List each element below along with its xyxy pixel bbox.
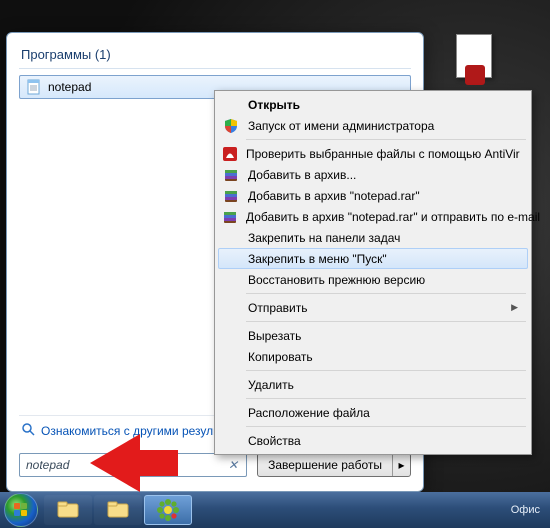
desktop-pdf-icon[interactable] — [456, 34, 492, 78]
context-menu-item-label: Проверить выбранные файлы с помощью Anti… — [246, 147, 520, 161]
context-menu-item-9[interactable]: Восстановить прежнюю версию — [218, 269, 528, 290]
antivir-icon — [222, 146, 238, 162]
start-bottom-row: ✕ Завершение работы ▸ — [19, 453, 411, 477]
shutdown-button[interactable]: Завершение работы ▸ — [257, 453, 411, 477]
context-menu-item-label: Открыть — [248, 98, 518, 112]
taskbar-explorer[interactable] — [44, 495, 92, 525]
context-menu-separator — [246, 426, 526, 427]
search-result-label: notepad — [48, 80, 91, 94]
blank-icon — [222, 405, 240, 421]
blank-icon — [222, 433, 240, 449]
context-menu-item-label: Восстановить прежнюю версию — [248, 273, 518, 287]
context-menu-item-label: Копировать — [248, 350, 518, 364]
context-menu-separator — [246, 370, 526, 371]
search-input[interactable] — [26, 458, 226, 472]
context-menu-item-label: Отправить — [248, 301, 503, 315]
context-menu-item-3[interactable]: Проверить выбранные файлы с помощью Anti… — [218, 143, 528, 164]
context-menu-item-label: Добавить в архив "notepad.rar" и отправи… — [246, 210, 540, 224]
context-menu-item-14[interactable]: Копировать — [218, 346, 528, 367]
context-menu-item-7[interactable]: Закрепить на панели задач — [218, 227, 528, 248]
context-menu-item-label: Вырезать — [248, 329, 518, 343]
context-menu-item-label: Расположение файла — [248, 406, 518, 420]
submenu-arrow-icon: ▶ — [511, 302, 518, 313]
context-menu-separator — [246, 139, 526, 140]
context-menu-item-0[interactable]: Открыть — [218, 94, 528, 115]
shield-icon — [222, 118, 240, 134]
context-menu-item-label: Закрепить в меню "Пуск" — [248, 252, 518, 266]
blank-icon — [222, 377, 240, 393]
context-menu-item-5[interactable]: Добавить в архив "notepad.rar" — [218, 185, 528, 206]
start-search-box[interactable]: ✕ — [19, 453, 247, 477]
taskbar: Офис — [0, 492, 550, 528]
start-button[interactable] — [4, 493, 38, 527]
blank-icon — [222, 300, 240, 316]
context-menu-separator — [246, 398, 526, 399]
rar-icon — [222, 188, 240, 204]
context-menu-item-label: Удалить — [248, 378, 518, 392]
blank-icon — [222, 97, 240, 113]
rar-icon — [222, 209, 238, 225]
taskbar-explorer-2[interactable] — [94, 495, 142, 525]
blank-icon — [222, 272, 240, 288]
context-menu-item-label: Добавить в архив "notepad.rar" — [248, 189, 518, 203]
context-menu-item-4[interactable]: Добавить в архив... — [218, 164, 528, 185]
clear-search-icon[interactable]: ✕ — [226, 458, 240, 472]
context-menu-item-13[interactable]: Вырезать — [218, 325, 528, 346]
search-icon — [21, 422, 35, 439]
blank-icon — [222, 251, 240, 267]
notepad-icon — [26, 79, 42, 95]
context-menu-item-16[interactable]: Удалить — [218, 374, 528, 395]
shutdown-label: Завершение работы — [258, 454, 392, 476]
context-menu-item-label: Запуск от имени администратора — [248, 119, 518, 133]
context-menu-item-1[interactable]: Запуск от имени администратора — [218, 115, 528, 136]
blank-icon — [222, 230, 240, 246]
context-menu-separator — [246, 321, 526, 322]
context-menu-item-18[interactable]: Расположение файла — [218, 402, 528, 423]
blank-icon — [222, 328, 240, 344]
context-menu-separator — [246, 293, 526, 294]
context-menu-item-6[interactable]: Добавить в архив "notepad.rar" и отправи… — [218, 206, 528, 227]
context-menu-item-11[interactable]: Отправить ▶ — [218, 297, 528, 318]
tray-label[interactable]: Офис — [511, 504, 546, 516]
context-menu-item-20[interactable]: Свойства — [218, 430, 528, 451]
programs-section-header: Программы (1) — [19, 43, 411, 69]
context-menu-item-8[interactable]: Закрепить в меню "Пуск" — [218, 248, 528, 269]
rar-icon — [222, 167, 240, 183]
taskbar-icq[interactable] — [144, 495, 192, 525]
context-menu-item-label: Закрепить на панели задач — [248, 231, 518, 245]
context-menu-item-label: Добавить в архив... — [248, 168, 518, 182]
context-menu-item-label: Свойства — [248, 434, 518, 448]
blank-icon — [222, 349, 240, 365]
context-menu: Открыть Запуск от имени администратора Про… — [214, 90, 532, 455]
shutdown-menu-arrow-icon[interactable]: ▸ — [392, 454, 410, 476]
